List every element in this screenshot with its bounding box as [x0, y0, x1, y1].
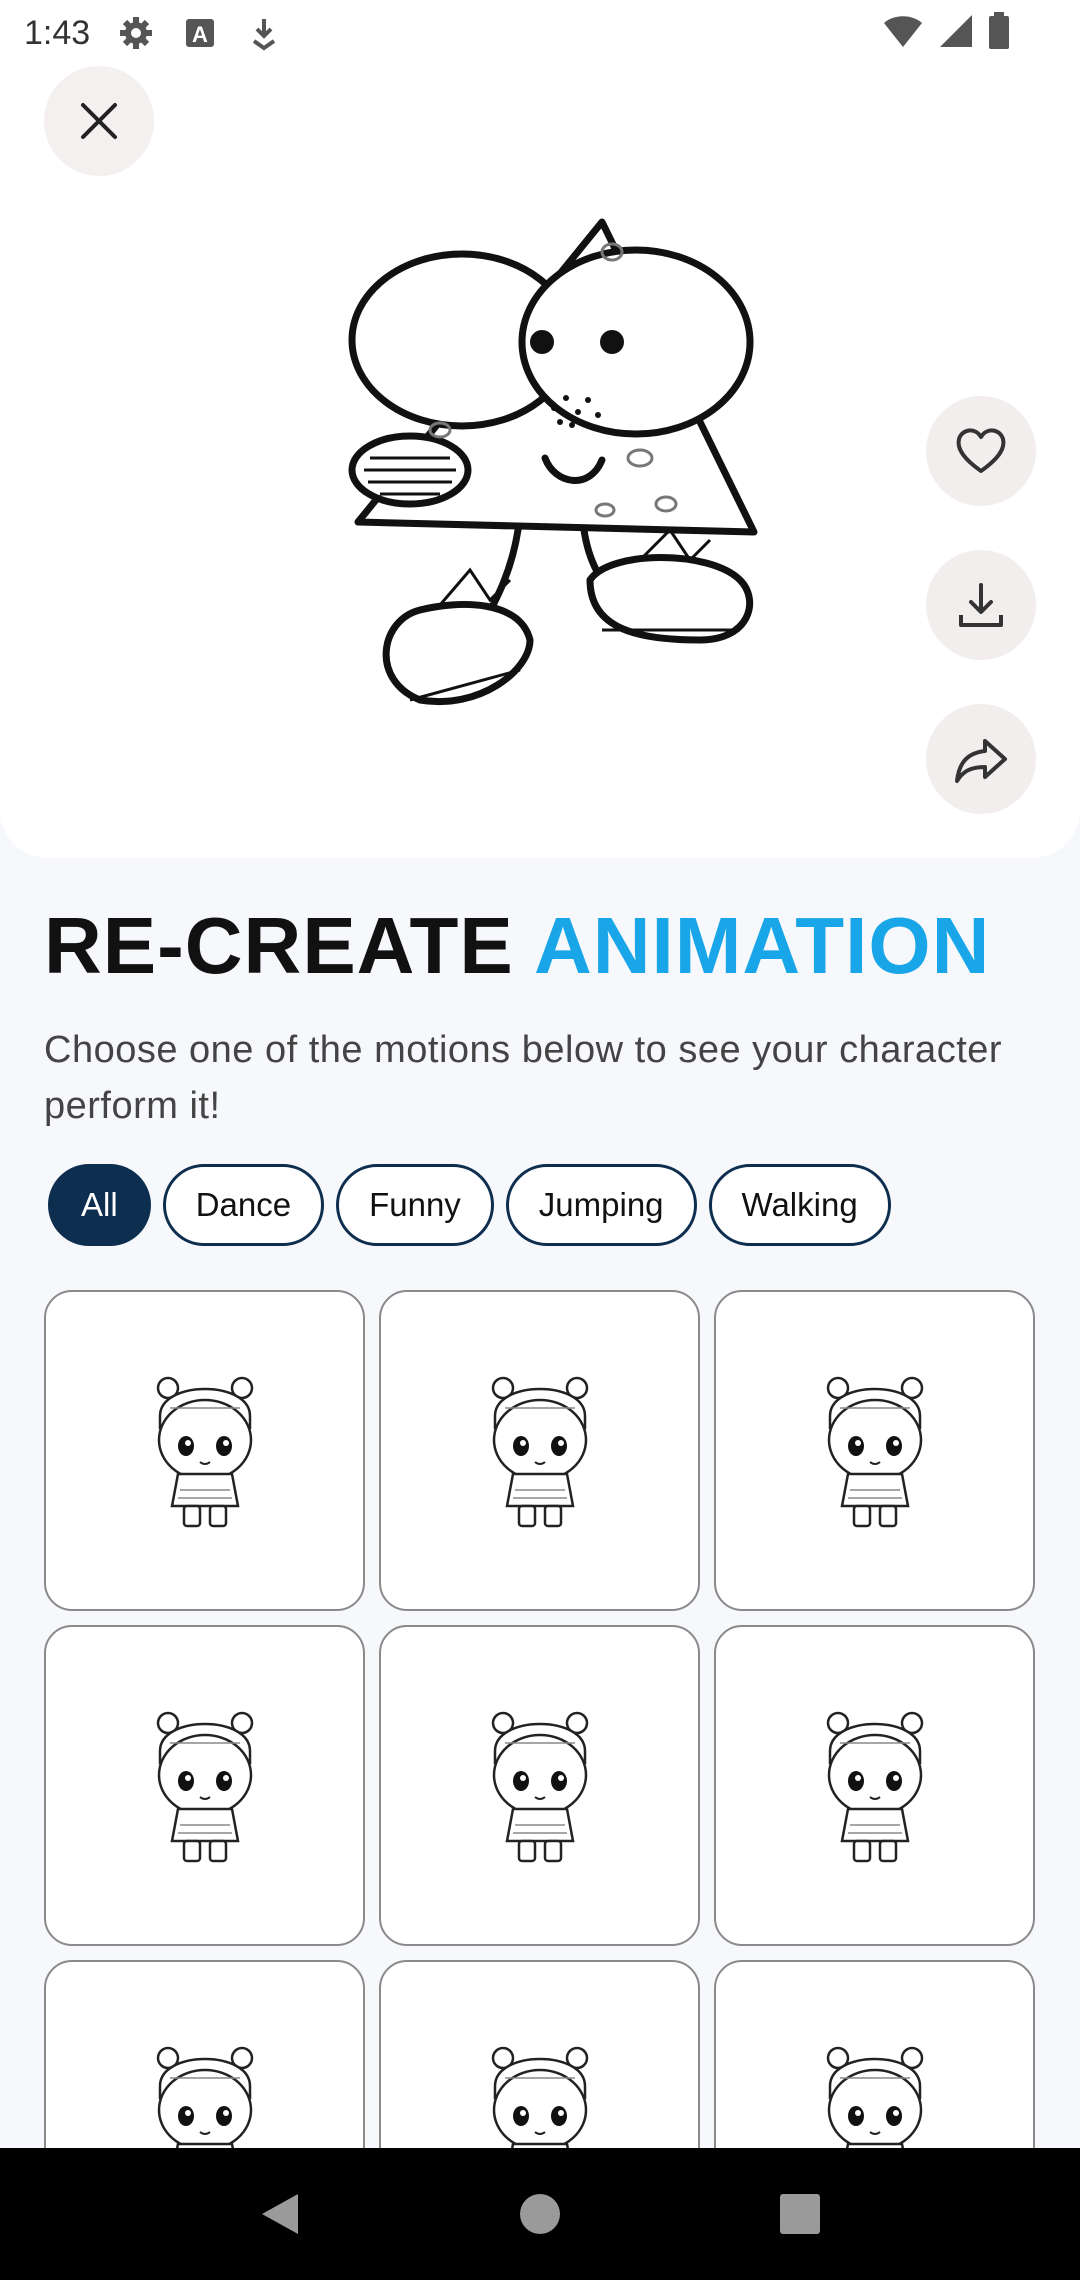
back-icon — [262, 2194, 298, 2234]
download-status-icon — [244, 13, 284, 53]
motion-character-thumbnail — [491, 2046, 588, 2148]
motion-character-thumbnail — [491, 1376, 588, 1527]
favorite-button[interactable] — [926, 396, 1036, 506]
recents-icon — [780, 2194, 820, 2234]
nav-back-button[interactable] — [250, 2184, 310, 2244]
share-button[interactable] — [926, 704, 1036, 814]
filter-chip-walking[interactable]: Walking — [708, 1164, 891, 1246]
gear-icon — [116, 13, 156, 53]
text-a-icon: A — [180, 13, 220, 53]
page-title: RE-CREATE ANIMATION — [44, 900, 990, 992]
motion-card[interactable] — [714, 1290, 1035, 1611]
character-drawing — [348, 218, 758, 705]
motion-card[interactable] — [44, 1290, 365, 1611]
nav-home-button[interactable] — [510, 2184, 570, 2244]
title-accent: ANIMATION — [534, 901, 991, 990]
motion-card[interactable] — [44, 1625, 365, 1946]
title-part1: RE-CREATE — [44, 901, 534, 990]
motion-grid — [44, 1290, 1036, 2148]
motion-filter-chips: All Dance Funny Jumping Walking — [48, 1164, 891, 1246]
motion-character-thumbnail — [156, 1711, 253, 1862]
heart-icon — [956, 428, 1006, 473]
filter-chip-funny[interactable]: Funny — [336, 1164, 494, 1246]
motion-card[interactable] — [379, 1625, 700, 1946]
motion-character-thumbnail — [826, 1711, 923, 1862]
status-time: 1:43 — [24, 13, 91, 52]
status-bar: 1:43 A — [0, 0, 1080, 66]
close-button[interactable] — [44, 66, 154, 176]
motion-card[interactable] — [379, 1960, 700, 2148]
share-icon — [955, 739, 1007, 783]
download-button[interactable] — [926, 550, 1036, 660]
filter-chip-all[interactable]: All — [48, 1164, 151, 1246]
motion-character-thumbnail — [491, 1711, 588, 1862]
motion-character-thumbnail — [156, 1376, 253, 1527]
motion-character-thumbnail — [826, 2046, 923, 2148]
signal-icon — [940, 15, 972, 47]
download-icon — [959, 583, 1003, 627]
motion-card[interactable] — [714, 1960, 1035, 2148]
filter-chip-dance[interactable]: Dance — [162, 1164, 325, 1246]
motion-character-thumbnail — [156, 2046, 253, 2148]
nav-recents-button[interactable] — [770, 2184, 830, 2244]
motion-card[interactable] — [714, 1625, 1035, 1946]
home-icon — [520, 2194, 560, 2234]
page-subtitle: Choose one of the motions below to see y… — [44, 1029, 1003, 1127]
motion-card[interactable] — [44, 1960, 365, 2148]
wifi-icon — [884, 16, 922, 47]
motion-character-thumbnail — [826, 1376, 923, 1527]
svg-text:A: A — [192, 22, 208, 47]
preview-card — [0, 0, 1080, 858]
close-icon — [81, 103, 117, 139]
filter-chip-jumping[interactable]: Jumping — [505, 1164, 697, 1246]
battery-icon — [989, 12, 1009, 49]
motion-card[interactable] — [379, 1290, 700, 1611]
system-nav-bar — [0, 2148, 1080, 2280]
